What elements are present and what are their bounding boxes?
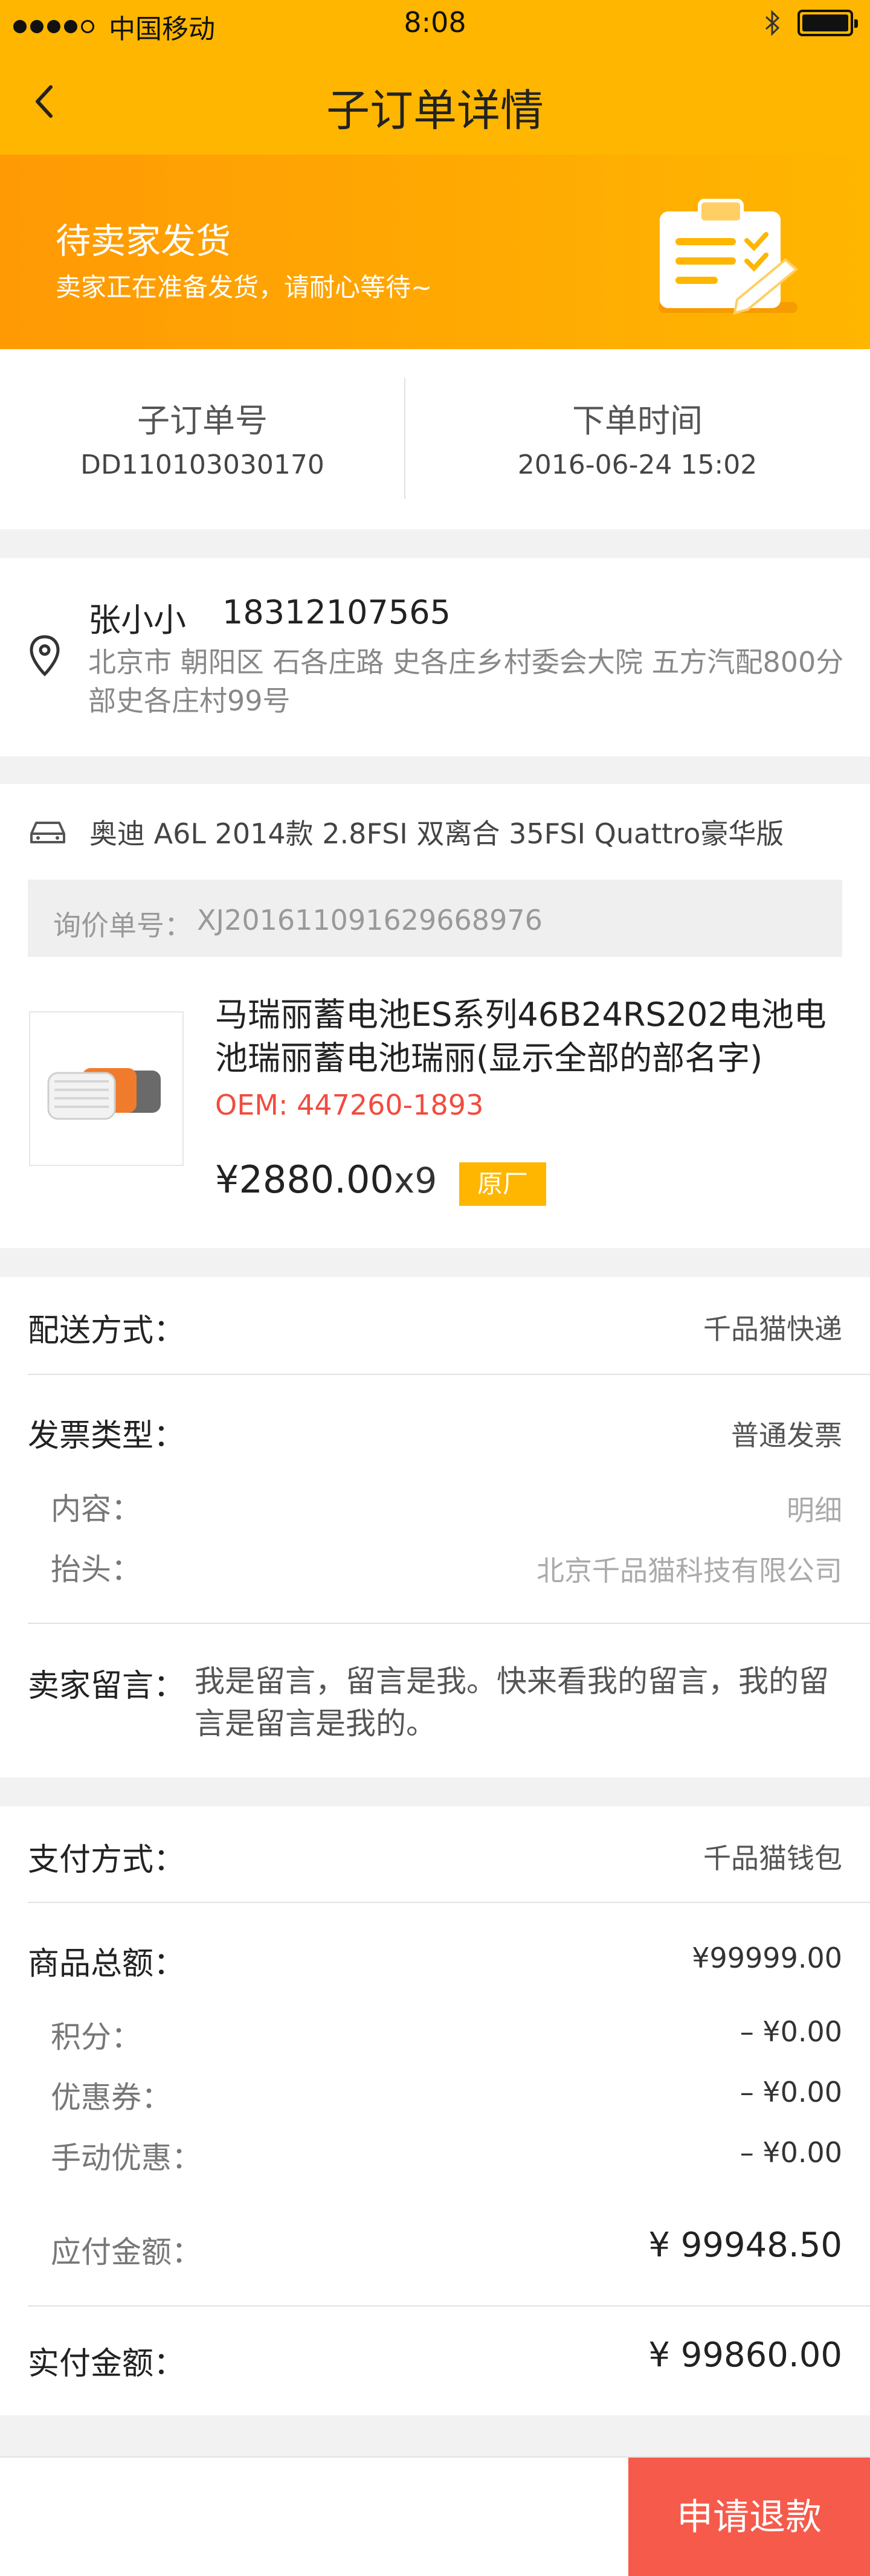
paid-amount-value: ¥ 99860.00: [648, 2336, 842, 2375]
invoice-header-label: 抬头：: [51, 1552, 141, 1587]
status-subtitle: 卖家正在准备发货，请耐心等待~: [56, 272, 433, 302]
payable-amount-value: ¥ 99948.50: [648, 2226, 842, 2265]
order-time-section: 下单时间 2016-06-24 15:02: [405, 349, 870, 529]
goods-total-label: 商品总额：: [28, 1946, 185, 1982]
points-value: – ¥0.00: [740, 2015, 842, 2048]
seller-remark-label: 卖家留言：: [28, 1668, 185, 1704]
clipboard-check-icon: [659, 199, 799, 315]
coupon-value: – ¥0.00: [740, 2076, 842, 2108]
product-oem: OEM: 447260-1893: [215, 1089, 484, 1121]
page-title: 子订单详情: [326, 85, 544, 136]
location-pin-icon: [30, 635, 60, 677]
bluetooth-icon: [765, 10, 780, 36]
divider: [28, 2305, 870, 2307]
status-bar: 中国移动 8:08: [0, 0, 870, 48]
original-badge: 原厂: [459, 1162, 546, 1206]
invoice-type-value: 普通发票: [731, 1419, 842, 1452]
order-number-label: 子订单号: [137, 402, 268, 440]
car-model: 奥迪 A6L 2014款 2.8FSI 双离合 35FSI Quattro豪华版: [89, 817, 784, 850]
invoice-content-label: 内容：: [51, 1492, 141, 1527]
divider: [28, 1374, 870, 1375]
order-time-label: 下单时间: [572, 402, 703, 440]
clock: 8:08: [404, 6, 466, 39]
shipping-value: 千品猫快递: [703, 1313, 842, 1345]
address-detail: 北京市 朝阳区 石各庄路 史各庄乡村委会大院 五方汽配800分部史各庄村99号: [88, 646, 844, 717]
inquiry-number-value: XJ201611091629668976: [197, 904, 543, 936]
battery-product-image: [47, 1068, 161, 1120]
nav-bar: 子订单详情: [0, 48, 870, 155]
product-quantity: x9: [394, 1160, 437, 1201]
product-price: ¥2880.00: [215, 1158, 394, 1202]
goods-total-value: ¥99999.00: [692, 1942, 842, 1974]
coupon-label: 优惠券：: [51, 2080, 172, 2115]
invoice-content-value: 明细: [787, 1494, 842, 1527]
status-title: 待卖家发货: [56, 221, 231, 262]
shipping-address-card: 张小小 18312107565 北京市 朝阳区 石各庄路 史各庄乡村委会大院 五…: [0, 558, 870, 756]
inquiry-number-label: 询价单号：: [53, 909, 192, 942]
car-icon: [30, 822, 65, 843]
bottom-action-bar: 申请退款: [0, 2456, 870, 2576]
order-number-value: DD110103030170: [80, 449, 324, 480]
product-card: 奥迪 A6L 2014款 2.8FSI 双离合 35FSI Quattro豪华版…: [0, 784, 870, 1248]
payable-amount-label: 应付金额：: [51, 2235, 202, 2270]
payment-method-value: 千品猫钱包: [703, 1842, 842, 1875]
seller-remark-text: 我是留言，留言是我。快来看我的留言，我的留言是留言是我的。: [195, 1664, 829, 1741]
order-number-section: 子订单号 DD110103030170: [0, 349, 405, 529]
delivery-invoice-card: 配送方式： 千品猫快递 发票类型： 普通发票 内容： 明细 抬头： 北京千品猫科…: [0, 1277, 870, 1777]
paid-amount-label: 实付金额：: [28, 2346, 185, 2382]
order-time-value: 2016-06-24 15:02: [517, 449, 758, 480]
payment-method-label: 支付方式：: [28, 1842, 185, 1878]
order-status-banner: 待卖家发货 卖家正在准备发货，请耐心等待~: [0, 155, 870, 349]
divider: [28, 1902, 870, 1903]
product-name[interactable]: 马瑞丽蓄电池ES系列46B24RS202电池电池瑞丽蓄电池瑞丽(显示全部的部名字…: [215, 993, 849, 1080]
battery-icon: [798, 10, 858, 36]
recipient-phone: 18312107565: [222, 593, 451, 631]
divider: [28, 1623, 870, 1624]
manual-discount-value: – ¥0.00: [740, 2136, 842, 2169]
apply-refund-button[interactable]: 申请退款: [628, 2458, 870, 2576]
shipping-label: 配送方式：: [28, 1313, 185, 1349]
product-thumbnail[interactable]: [29, 1011, 184, 1166]
manual-discount-label: 手动优惠：: [51, 2140, 202, 2175]
recipient-name: 张小小: [88, 601, 186, 639]
order-info-card: 子订单号 DD110103030170 下单时间 2016-06-24 15:0…: [0, 349, 870, 529]
inquiry-number-bar: 询价单号： XJ201611091629668976: [28, 880, 842, 957]
payment-card: 支付方式： 千品猫钱包 商品总额： ¥99999.00 积分： – ¥0.00 …: [0, 1806, 870, 2415]
points-label: 积分：: [51, 2020, 141, 2055]
invoice-type-label: 发票类型：: [28, 1418, 185, 1454]
invoice-header-value: 北京千品猫科技有限公司: [536, 1554, 842, 1587]
